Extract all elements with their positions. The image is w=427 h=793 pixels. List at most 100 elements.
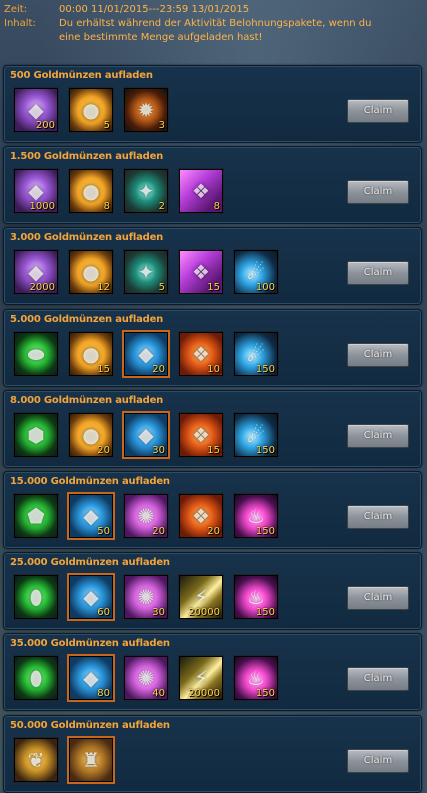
reward-item-slot[interactable]: ⬢ (14, 412, 58, 457)
reward-item-slot[interactable]: ◆ 30 (124, 412, 168, 457)
golden-wings-icon: ❦ (27, 747, 45, 772)
reward-tier-panel: 5.000 Goldmünzen aufladen ⬬ ● 15 ◆ 20 ❖ 10 ☄ 150 C… (3, 308, 422, 387)
reward-item-slot[interactable]: ❦ (14, 737, 58, 782)
item-count: 150 (255, 688, 275, 700)
item-count: 150 (255, 363, 275, 375)
reward-item-slot[interactable]: ◆ 80 (69, 656, 113, 701)
item-count: 150 (255, 526, 275, 537)
reward-item-slot[interactable]: ◆ 20 (124, 331, 168, 376)
content-value: Du erhältst während der Aktivität Belohn… (59, 18, 372, 43)
reward-item-slot[interactable]: ❖ 10 (179, 331, 223, 376)
reward-item-slot[interactable]: ✺ 30 (124, 575, 168, 620)
item-count: 15 (97, 363, 110, 375)
reward-tier-panel: 500 Goldmünzen aufladen ◆ 200 ● 5 ✹ 3 Claim (3, 65, 422, 143)
event-header: Zeit: 00:00 11/01/2015---23:59 13/01/201… (0, 0, 427, 60)
green-gem-icon: ⬮ (29, 666, 43, 691)
reward-item-slot[interactable]: ♨ 150 (234, 575, 278, 620)
item-count: 2 (158, 201, 165, 213)
item-count: 5 (103, 120, 110, 131)
claim-button[interactable]: Claim (347, 99, 409, 123)
content-label: Inhalt: (4, 18, 36, 29)
tier-title: 50.000 Goldmünzen aufladen (10, 719, 170, 731)
reward-item-slot[interactable]: ✦ 2 (124, 169, 168, 214)
item-count: 15 (207, 282, 220, 294)
green-gem-icon: ⬮ (29, 585, 43, 610)
tier-title: 500 Goldmünzen aufladen (10, 70, 153, 81)
time-row: Zeit: (4, 3, 27, 17)
item-count: 12 (97, 282, 110, 294)
item-count: 150 (255, 444, 275, 456)
reward-item-slot[interactable]: ☄ 150 (234, 331, 278, 376)
item-count: 20000 (188, 688, 220, 700)
claim-button[interactable]: Claim (347, 586, 409, 611)
claim-button[interactable]: Claim (347, 261, 409, 286)
reward-item-slot[interactable]: ● 20 (69, 412, 113, 457)
reward-item-slot[interactable]: ● 8 (69, 169, 113, 214)
reward-item-slot[interactable]: ◆ 50 (69, 494, 113, 538)
reward-item-slot[interactable]: ⚡ 20000 (179, 575, 223, 620)
reward-item-slot[interactable]: ✹ 3 (124, 88, 168, 132)
item-count: 60 (97, 607, 110, 619)
reward-item-slot[interactable]: ☄ 100 (234, 250, 278, 295)
item-count: 15 (207, 444, 220, 456)
reward-item-slot[interactable]: ◆ 60 (69, 575, 113, 620)
item-count: 2000 (29, 282, 55, 294)
item-count: 20 (97, 444, 110, 456)
claim-button[interactable]: Claim (347, 748, 409, 773)
content-row: Inhalt: (4, 17, 36, 31)
reward-item-slot[interactable]: ⬮ (14, 575, 58, 620)
reward-item-slot[interactable]: ⚡ 20000 (179, 656, 223, 701)
reward-item-slot[interactable]: ❖ 15 (179, 412, 223, 457)
item-count: 200 (35, 120, 55, 131)
reward-item-slot[interactable]: ⬟ (14, 494, 58, 538)
claim-button[interactable]: Claim (347, 667, 409, 692)
claim-button[interactable]: Claim (347, 180, 409, 205)
reward-item-slot[interactable]: ✺ 20 (124, 494, 168, 538)
reward-item-slot[interactable]: ♨ 150 (234, 656, 278, 701)
reward-item-slot[interactable]: ☄ 150 (234, 412, 278, 457)
reward-tier-panel: 50.000 Goldmünzen aufladen ❦ ♜ Claim (3, 714, 422, 793)
tier-title: 1.500 Goldmünzen aufladen (10, 151, 164, 163)
item-count: 100 (255, 282, 275, 294)
item-count: 8 (103, 201, 110, 213)
tier-title: 35.000 Goldmünzen aufladen (10, 638, 170, 650)
reward-tier-panel: 1.500 Goldmünzen aufladen ◆ 1000 ● 8 ✦ 2 ❖ 8 Clai… (3, 146, 422, 225)
item-count: 150 (255, 607, 275, 619)
item-count: 20 (207, 526, 220, 537)
item-count: 40 (152, 688, 165, 700)
reward-item-slot[interactable]: ● 12 (69, 250, 113, 295)
time-label: Zeit: (4, 4, 28, 15)
item-count: 80 (97, 688, 110, 700)
green-gem-icon: ⬟ (27, 504, 45, 528)
reward-item-slot[interactable]: ✦ 5 (124, 250, 168, 295)
reward-item-slot[interactable]: ❖ 8 (179, 169, 223, 214)
tier-title: 8.000 Goldmünzen aufladen (10, 394, 164, 406)
reward-item-slot[interactable]: ♜ (69, 737, 113, 782)
golden-armor-icon: ♜ (82, 747, 100, 772)
item-count: 5 (158, 282, 165, 294)
item-count: 20 (152, 363, 165, 375)
claim-button[interactable]: Claim (347, 505, 409, 529)
reward-item-slot[interactable]: ❖ 15 (179, 250, 223, 295)
reward-item-slot[interactable]: ● 5 (69, 88, 113, 132)
item-count: 10 (207, 363, 220, 375)
reward-item-slot[interactable]: ⬬ (14, 331, 58, 376)
reward-item-slot[interactable]: ◆ 2000 (14, 250, 58, 295)
reward-item-slot[interactable]: ♨ 150 (234, 494, 278, 538)
tier-title: 15.000 Goldmünzen aufladen (10, 476, 170, 487)
reward-item-slot[interactable]: ◆ 200 (14, 88, 58, 132)
item-count: 50 (97, 526, 110, 537)
item-count: 20 (152, 526, 165, 537)
reward-item-slot[interactable]: ❖ 20 (179, 494, 223, 538)
item-count: 30 (152, 444, 165, 456)
reward-item-slot[interactable]: ◆ 1000 (14, 169, 58, 214)
claim-button[interactable]: Claim (347, 423, 409, 448)
time-value: 00:00 11/01/2015---23:59 13/01/2015 (59, 4, 250, 15)
green-gem-icon: ⬬ (27, 341, 45, 366)
reward-item-slot[interactable]: ✺ 40 (124, 656, 168, 701)
item-count: 3 (158, 120, 165, 131)
claim-button[interactable]: Claim (347, 342, 409, 367)
reward-item-slot[interactable]: ⬮ (14, 656, 58, 701)
reward-item-slot[interactable]: ● 15 (69, 331, 113, 376)
tier-title: 3.000 Goldmünzen aufladen (10, 232, 164, 244)
